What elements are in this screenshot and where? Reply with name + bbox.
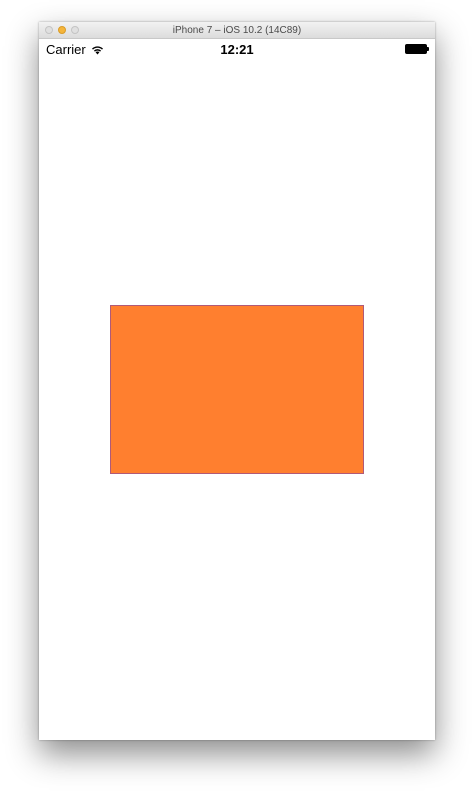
window-titlebar[interactable]: iPhone 7 – iOS 10.2 (14C89) [39,22,435,39]
battery-icon [405,44,429,54]
orange-rectangle-view [110,305,364,474]
window-title: iPhone 7 – iOS 10.2 (14C89) [172,25,302,36]
simulator-window: iPhone 7 – iOS 10.2 (14C89) Carrier 12:2… [39,22,435,740]
status-time: 12:21 [220,42,254,57]
desktop-background: iPhone 7 – iOS 10.2 (14C89) Carrier 12:2… [0,0,474,797]
status-bar: Carrier 12:21 [39,39,435,59]
device-screen[interactable]: Carrier 12:21 [39,39,435,740]
